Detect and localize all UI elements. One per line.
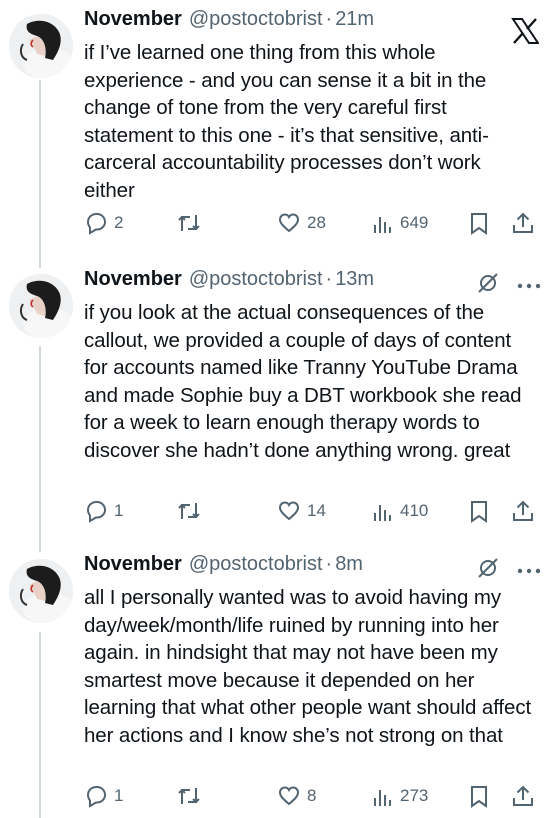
tweet-header: November @postoctobrist · 13m [84, 268, 541, 298]
bookmark-button[interactable] [468, 211, 490, 235]
edited-icon[interactable] [475, 270, 501, 301]
reply-button[interactable]: 1 [84, 784, 123, 808]
reply-button[interactable]: 1 [84, 499, 123, 523]
username[interactable]: @postoctobrist [189, 8, 323, 31]
like-count: 14 [307, 501, 326, 520]
like-button[interactable]: 14 [277, 499, 326, 523]
tweet-header: November @postoctobrist · 8m [84, 553, 541, 583]
views-button[interactable]: 410 [372, 499, 428, 523]
reply-count: 1 [114, 786, 124, 805]
views-button[interactable]: 273 [372, 784, 428, 808]
like-button[interactable]: 8 [277, 784, 316, 808]
avatar[interactable] [9, 14, 73, 78]
avatar[interactable] [9, 559, 73, 623]
bookmark-icon [468, 499, 490, 523]
action-bar: 2 28 649 [84, 208, 541, 238]
timestamp[interactable]: 21m [335, 8, 374, 31]
tweet-text: all I personally wanted was to avoid hav… [84, 586, 532, 747]
tweet-header: November @postoctobrist · 21m [84, 8, 541, 38]
views-icon [372, 211, 394, 235]
heart-icon [277, 211, 301, 235]
bookmark-button[interactable] [468, 784, 490, 808]
share-button[interactable] [511, 784, 535, 808]
view-count: 649 [400, 213, 429, 232]
retweet-icon [176, 211, 202, 235]
edited-icon[interactable] [475, 555, 501, 586]
share-button[interactable] [511, 211, 535, 235]
heart-icon [277, 499, 301, 523]
tweet[interactable]: November @postoctobrist · 21m if I’ve le… [0, 8, 553, 248]
separator: · [325, 8, 333, 30]
retweet-icon [176, 499, 202, 523]
like-count: 8 [307, 786, 317, 805]
username[interactable]: @postoctobrist [189, 553, 323, 576]
avatar[interactable] [9, 274, 73, 338]
reply-icon [84, 499, 108, 523]
view-count: 273 [400, 786, 429, 805]
display-name[interactable]: November [84, 8, 182, 31]
bookmark-button[interactable] [468, 499, 490, 523]
retweet-button[interactable] [176, 211, 202, 235]
retweet-button[interactable] [176, 499, 202, 523]
tweet[interactable]: November @postoctobrist · 8m all I perso… [0, 553, 553, 818]
share-icon [511, 211, 535, 235]
heart-icon [277, 784, 301, 808]
tweet-text: if I’ve learned one thing from this whol… [84, 41, 489, 202]
display-name[interactable]: November [84, 268, 182, 291]
retweet-icon [176, 784, 202, 808]
separator: · [325, 268, 333, 290]
reply-count: 1 [114, 501, 124, 520]
share-button[interactable] [511, 499, 535, 523]
views-icon [372, 784, 394, 808]
views-icon [372, 499, 394, 523]
share-icon [511, 499, 535, 523]
tweet-text: if you look at the actual consequences o… [84, 301, 522, 462]
reply-icon [84, 784, 108, 808]
more-icon[interactable] [517, 277, 541, 295]
tweet[interactable]: November @postoctobrist · 13m if you loo… [0, 268, 553, 532]
reply-count: 2 [114, 213, 124, 232]
share-icon [511, 784, 535, 808]
bookmark-icon [468, 784, 490, 808]
x-logo-icon [511, 18, 540, 49]
username[interactable]: @postoctobrist [189, 268, 323, 291]
view-count: 410 [400, 501, 429, 520]
separator: · [325, 553, 333, 575]
more-icon[interactable] [517, 562, 541, 580]
reply-icon [84, 211, 108, 235]
like-button[interactable]: 28 [277, 211, 326, 235]
action-bar: 1 8 273 [84, 781, 541, 811]
bookmark-icon [468, 211, 490, 235]
timestamp[interactable]: 8m [335, 553, 363, 576]
action-bar: 1 14 410 [84, 496, 541, 526]
views-button[interactable]: 649 [372, 211, 428, 235]
reply-button[interactable]: 2 [84, 211, 123, 235]
timestamp[interactable]: 13m [335, 268, 374, 291]
retweet-button[interactable] [176, 784, 202, 808]
like-count: 28 [307, 213, 326, 232]
display-name[interactable]: November [84, 553, 182, 576]
